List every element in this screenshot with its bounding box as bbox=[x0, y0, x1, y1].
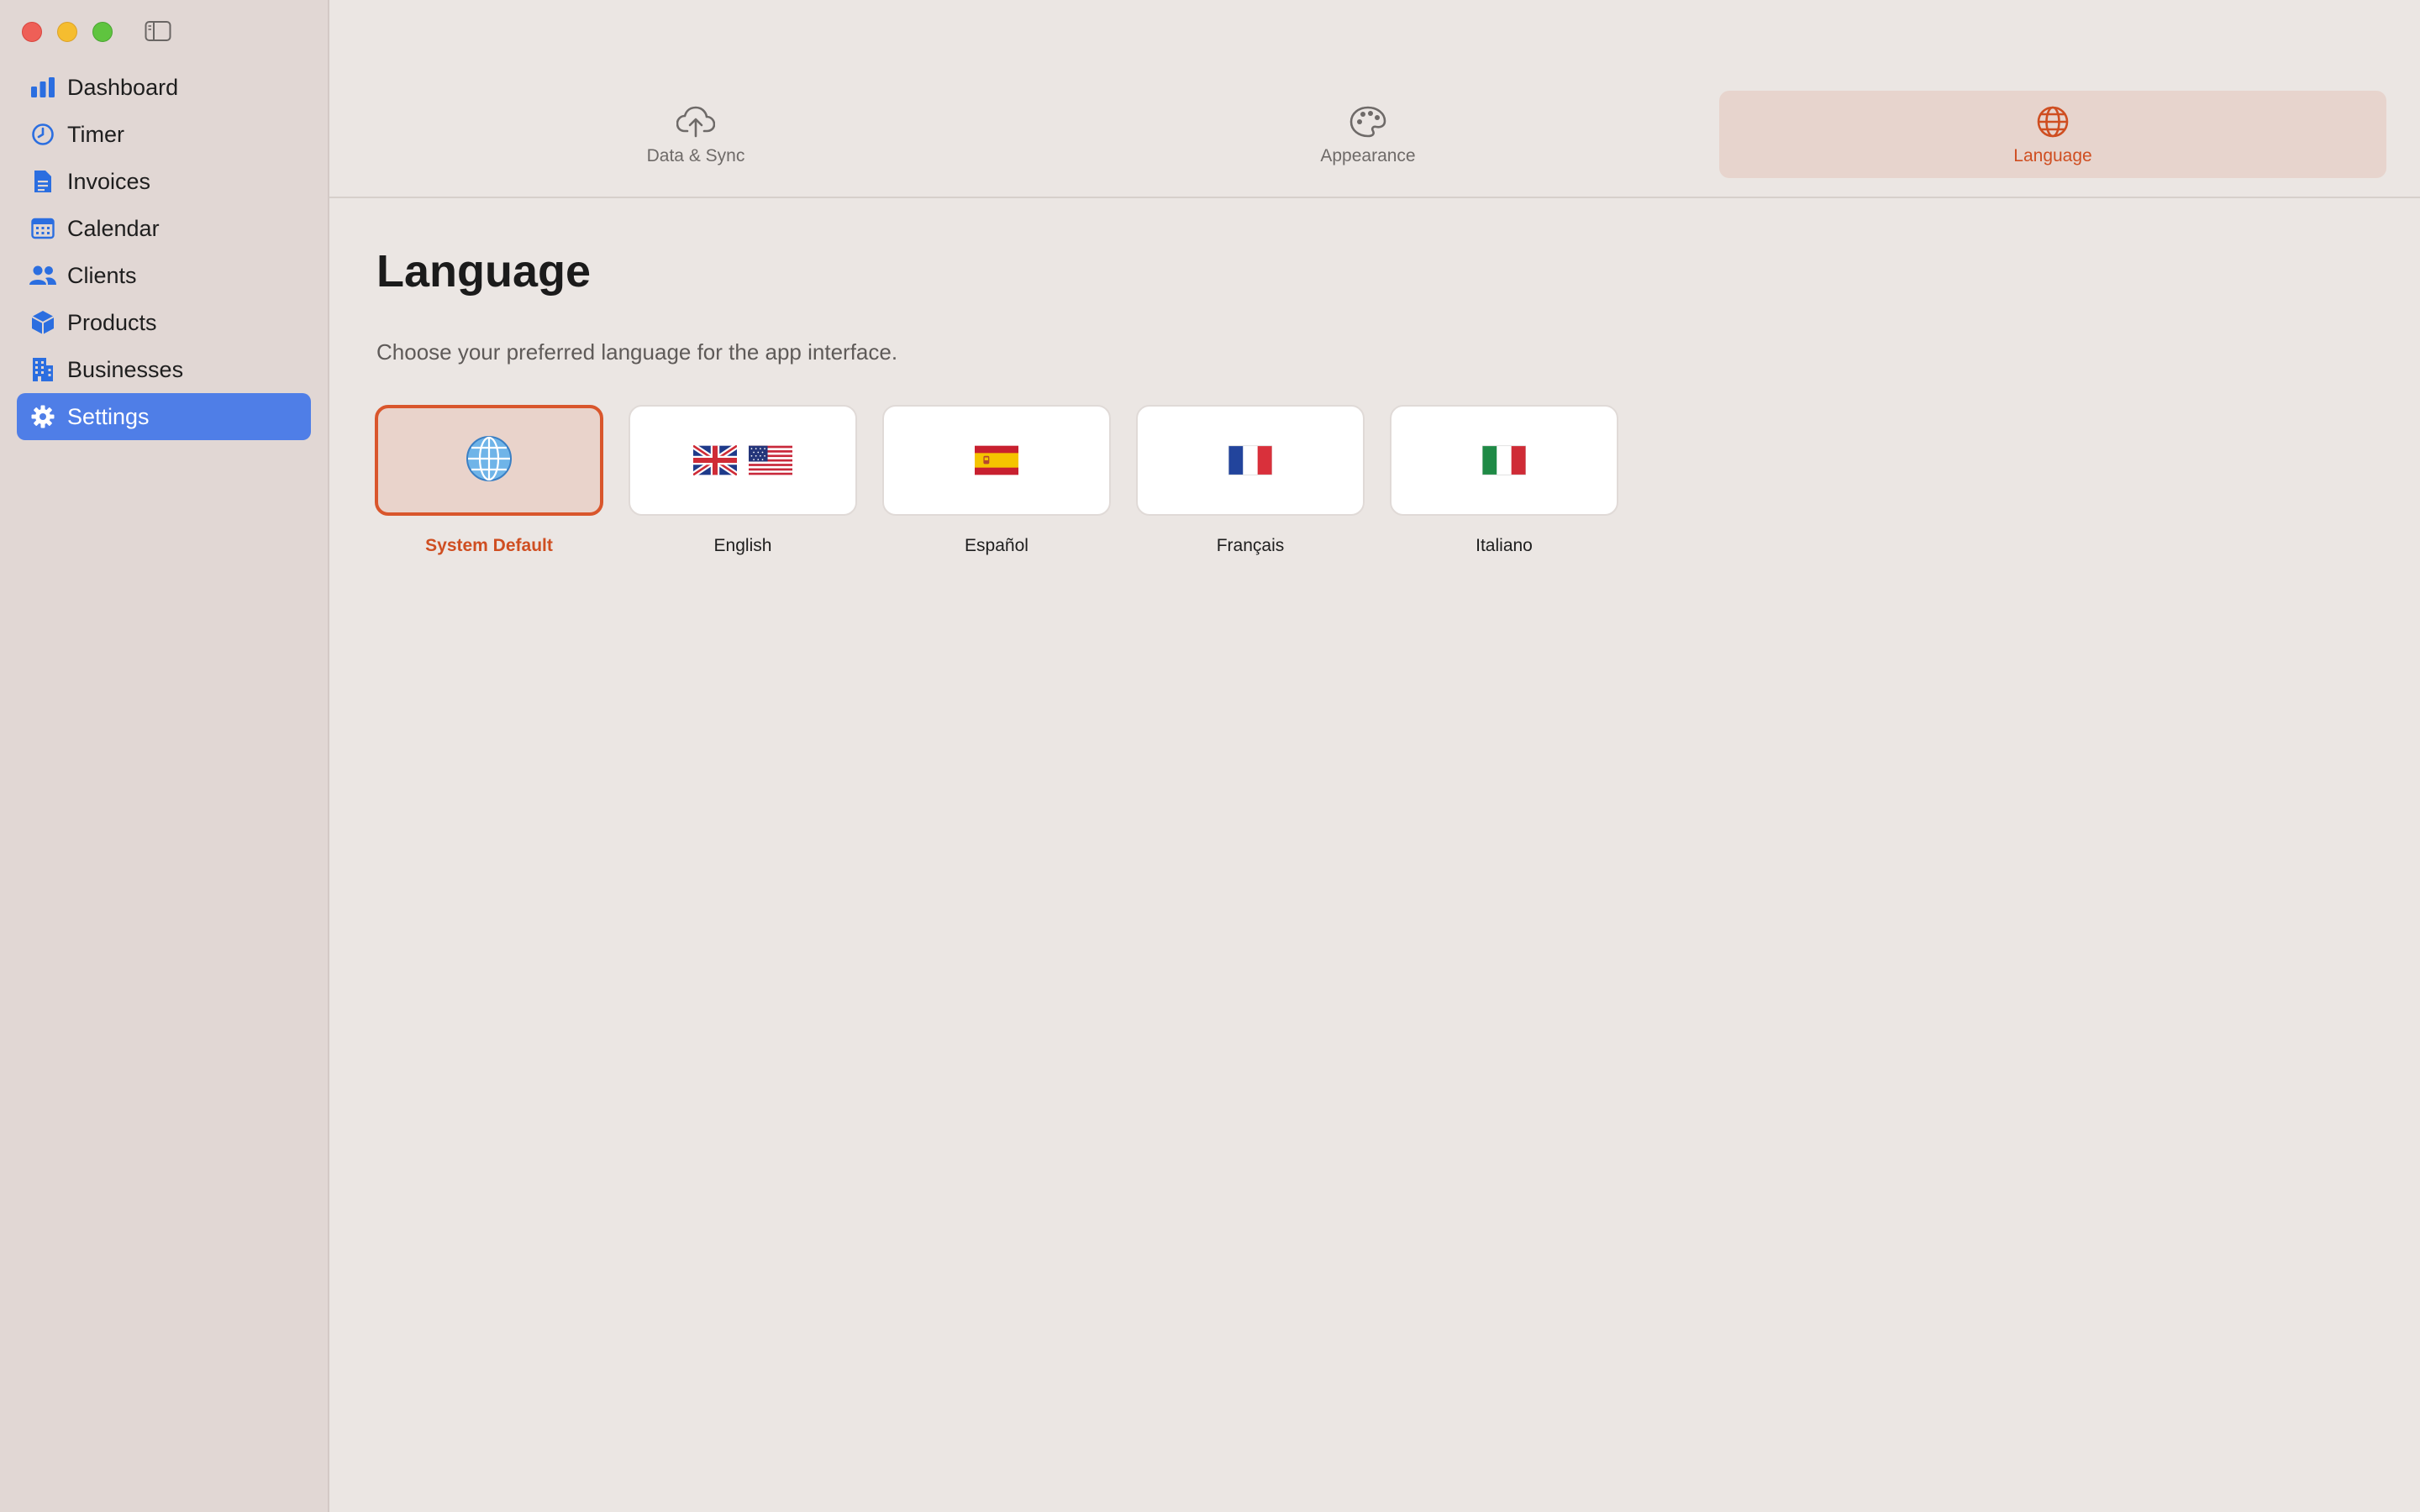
cloud-upload-icon bbox=[676, 102, 715, 141]
sidebar-item-calendar[interactable]: Calendar bbox=[17, 205, 311, 252]
people-icon bbox=[29, 261, 57, 290]
tab-label: Appearance bbox=[1320, 146, 1416, 165]
zoom-window-button[interactable] bbox=[92, 22, 113, 42]
box-icon bbox=[29, 308, 57, 337]
france-flag-icon bbox=[1228, 445, 1272, 475]
tab-label: Language bbox=[2013, 146, 2092, 165]
sidebar-nav: Dashboard Timer Invoices Calendar Client… bbox=[17, 64, 311, 440]
sidebar-item-label: Dashboard bbox=[67, 74, 179, 100]
globe-emoji-icon bbox=[466, 435, 513, 486]
tab-label: Data & Sync bbox=[646, 146, 745, 165]
minimize-window-button[interactable] bbox=[57, 22, 77, 42]
uk-flag-icon bbox=[693, 445, 737, 475]
main-content: Data & Sync Appearance Language Language… bbox=[329, 0, 2420, 1512]
sidebar-item-timer[interactable]: Timer bbox=[17, 111, 311, 158]
sidebar-toggle-icon[interactable] bbox=[145, 20, 171, 42]
app-window: Dashboard Timer Invoices Calendar Client… bbox=[0, 0, 2420, 1512]
language-label: Español bbox=[965, 536, 1028, 555]
sidebar-item-settings[interactable]: Settings bbox=[17, 393, 311, 440]
chart-bar-icon bbox=[29, 73, 57, 102]
sidebar-item-label: Products bbox=[67, 309, 157, 335]
building-icon bbox=[29, 355, 57, 384]
tab-appearance[interactable]: Appearance bbox=[1007, 91, 1729, 178]
tab-language[interactable]: Language bbox=[1719, 91, 2386, 178]
globe-icon bbox=[2033, 102, 2072, 141]
language-option-english[interactable]: English bbox=[629, 405, 857, 556]
gear-icon bbox=[29, 402, 57, 431]
timer-icon bbox=[29, 120, 57, 149]
language-label: System Default bbox=[425, 536, 553, 555]
italy-flag-icon bbox=[1482, 445, 1526, 475]
language-card[interactable] bbox=[1136, 405, 1365, 516]
language-label: Français bbox=[1216, 536, 1285, 555]
palette-icon bbox=[1349, 102, 1387, 141]
sidebar-item-label: Timer bbox=[67, 121, 124, 147]
language-option-system-default[interactable]: System Default bbox=[375, 405, 603, 556]
language-option-italiano[interactable]: Italiano bbox=[1390, 405, 1618, 556]
spain-flag-icon bbox=[975, 445, 1018, 475]
sidebar-item-businesses[interactable]: Businesses bbox=[17, 346, 311, 393]
window-controls bbox=[22, 22, 113, 42]
sidebar-item-clients[interactable]: Clients bbox=[17, 252, 311, 299]
page-description: Choose your preferred language for the a… bbox=[376, 339, 898, 365]
language-label: English bbox=[713, 536, 772, 555]
language-options: System Default English Español Français … bbox=[375, 405, 1618, 556]
sidebar-item-dashboard[interactable]: Dashboard bbox=[17, 64, 311, 111]
sidebar-item-products[interactable]: Products bbox=[17, 299, 311, 346]
page-title: Language bbox=[376, 246, 592, 297]
document-icon bbox=[29, 167, 57, 196]
sidebar: Dashboard Timer Invoices Calendar Client… bbox=[0, 0, 329, 1512]
close-window-button[interactable] bbox=[22, 22, 42, 42]
sidebar-item-label: Clients bbox=[67, 262, 137, 288]
tab-divider bbox=[329, 197, 2420, 198]
tab-data-sync[interactable]: Data & Sync bbox=[329, 91, 1062, 178]
sidebar-item-label: Settings bbox=[67, 403, 150, 429]
sidebar-item-label: Businesses bbox=[67, 356, 184, 382]
language-option-espanol[interactable]: Español bbox=[882, 405, 1111, 556]
language-card[interactable] bbox=[629, 405, 857, 516]
sidebar-item-label: Calendar bbox=[67, 215, 160, 241]
sidebar-item-label: Invoices bbox=[67, 168, 151, 194]
language-option-francais[interactable]: Français bbox=[1136, 405, 1365, 556]
language-card[interactable] bbox=[1390, 405, 1618, 516]
settings-tabs: Data & Sync Appearance Language bbox=[329, 91, 2420, 178]
language-label: Italiano bbox=[1476, 536, 1533, 555]
sidebar-item-invoices[interactable]: Invoices bbox=[17, 158, 311, 205]
language-card[interactable] bbox=[882, 405, 1111, 516]
us-flag-icon bbox=[749, 445, 792, 475]
language-card[interactable] bbox=[375, 405, 603, 516]
calendar-icon bbox=[29, 214, 57, 243]
